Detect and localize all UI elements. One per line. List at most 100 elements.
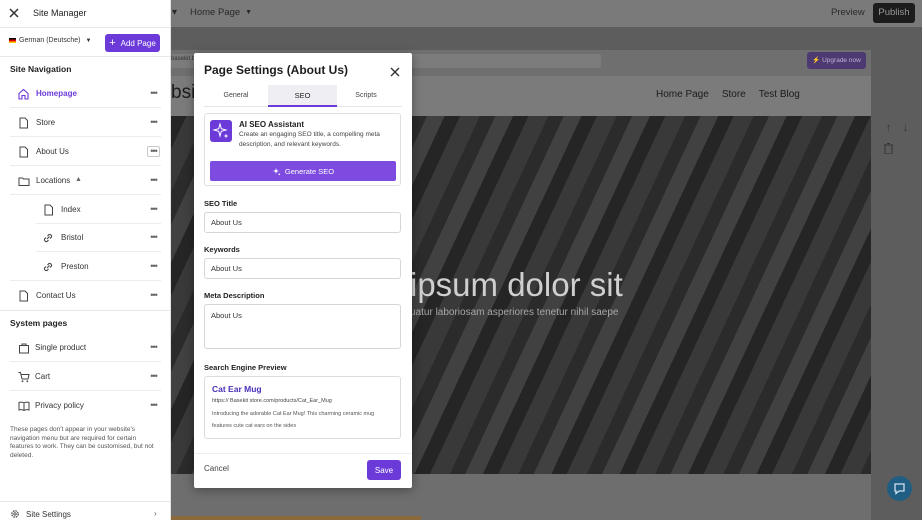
save-button[interactable]: Save — [367, 460, 401, 480]
site-nav-blog[interactable]: Test Blog — [759, 89, 800, 100]
nav-item-index[interactable]: Index ••• — [0, 196, 171, 224]
divider — [10, 280, 161, 281]
nav-item-label: Index — [61, 205, 81, 214]
gear-icon — [11, 510, 19, 518]
divider — [0, 56, 171, 57]
site-nav-home[interactable]: Home Page — [656, 89, 709, 100]
generate-seo-button[interactable]: Generate SEO — [210, 161, 396, 181]
site-nav: Home Page Store Test Blog — [656, 89, 800, 100]
divider — [10, 361, 161, 362]
ai-description: Create an engaging SEO title, a compelli… — [239, 131, 380, 148]
nav-item-label: Contact Us — [36, 291, 76, 300]
divider — [36, 251, 161, 252]
nav-item-label: Store — [36, 118, 56, 127]
move-up-icon[interactable]: ↑ — [882, 122, 895, 135]
ai-seo-assistant-card: AI SEO Assistant Create an engaging SEO … — [204, 113, 401, 186]
link-icon — [43, 262, 53, 272]
divider — [0, 27, 171, 28]
chevron-down-icon: ▼ — [245, 9, 253, 16]
chevron-down-icon: ▼ — [85, 37, 92, 44]
nav-item-about-us[interactable]: About Us ••• — [0, 138, 171, 166]
more-options-icon[interactable]: ••• — [147, 88, 160, 99]
hero-subtitle: uatur laboriosam asperiores tenetur nihi… — [410, 307, 619, 318]
more-options-icon[interactable]: ••• — [147, 232, 160, 243]
dialog-title: Page Settings (About Us) — [204, 63, 349, 77]
more-options-icon[interactable]: ••• — [147, 261, 160, 272]
language-select[interactable]: German (Deutsche) ▼ — [9, 37, 91, 44]
site-manager-sidebar: Site Manager German (Deutsche) ▼ + Add P… — [0, 0, 171, 520]
folder-icon — [18, 177, 30, 186]
page-icon — [19, 146, 28, 158]
language-label: German (Deutsche) — [19, 37, 81, 44]
tab-scripts[interactable]: Scripts — [337, 85, 395, 107]
close-icon[interactable] — [390, 65, 400, 77]
publish-button[interactable]: Publish — [873, 3, 915, 23]
site-settings-button[interactable]: Site Settings › — [0, 506, 171, 520]
site-nav-store[interactable]: Store — [722, 89, 746, 100]
link-icon — [43, 233, 53, 243]
chat-button[interactable] — [887, 476, 912, 501]
divider — [0, 310, 171, 311]
chevron-up-icon[interactable]: ▲ — [75, 176, 82, 183]
preview-title: Cat Ear Mug — [212, 384, 262, 394]
site-navigation-title: Site Navigation — [10, 64, 72, 74]
settings-tabs: General SEO Scripts — [204, 85, 402, 107]
more-options-icon[interactable]: ••• — [147, 204, 160, 215]
meta-description-input[interactable]: About Us — [204, 304, 401, 349]
more-options-icon[interactable]: ••• — [147, 146, 160, 157]
nav-item-contact-us[interactable]: Contact Us ••• — [0, 282, 171, 310]
close-icon[interactable] — [8, 7, 20, 19]
cart-icon — [18, 372, 30, 383]
nav-item-label: Bristol — [61, 233, 84, 242]
site-settings-label: Site Settings — [26, 510, 71, 519]
nav-item-store[interactable]: Store ••• — [0, 109, 171, 137]
nav-item-label: About Us — [36, 147, 69, 156]
system-pages-title: System pages — [10, 318, 68, 328]
move-down-icon[interactable]: ↓ — [899, 122, 912, 135]
nav-item-homepage[interactable]: Homepage ••• — [0, 80, 171, 108]
preview-url: https:// Basekit store.com/products/Cat_… — [212, 398, 332, 404]
add-page-label: Add Page — [120, 38, 156, 48]
keywords-input[interactable] — [204, 258, 401, 279]
more-options-icon[interactable]: ••• — [147, 371, 160, 382]
more-options-icon[interactable]: ••• — [147, 290, 160, 301]
current-page-selector[interactable]: Home Page ▼ — [190, 7, 252, 18]
system-item-privacy-policy[interactable]: Privacy policy ••• — [0, 392, 171, 420]
chat-icon — [894, 483, 905, 495]
divider — [0, 501, 171, 502]
hero-title: ipsum dolor sit — [410, 266, 623, 303]
system-pages-note: These pages don't appear in your website… — [10, 426, 154, 459]
image-strip — [171, 516, 421, 520]
tab-general[interactable]: General — [204, 85, 268, 107]
page-dropdown-chevron-icon[interactable]: ▾ — [172, 7, 177, 18]
tab-seo[interactable]: SEO — [268, 85, 337, 107]
more-options-icon[interactable]: ••• — [147, 175, 160, 186]
more-options-icon[interactable]: ••• — [147, 400, 160, 411]
nav-item-locations[interactable]: Locations ▲ ••• — [0, 167, 171, 195]
divider — [10, 107, 161, 108]
ai-title: AI SEO Assistant — [239, 120, 305, 129]
system-item-label: Privacy policy — [35, 401, 84, 410]
upgrade-button[interactable]: ⚡ Upgrade now — [807, 52, 866, 69]
more-options-icon[interactable]: ••• — [147, 342, 160, 353]
system-item-label: Single product — [35, 343, 87, 352]
nav-item-preston[interactable]: Preston ••• — [0, 253, 171, 281]
search-preview-card: Cat Ear Mug https:// Basekit store.com/p… — [204, 376, 401, 439]
more-options-icon[interactable]: ••• — [147, 117, 160, 128]
seo-title-input[interactable] — [204, 212, 401, 233]
divider — [10, 136, 161, 137]
divider — [194, 453, 412, 454]
trash-icon[interactable] — [882, 143, 895, 156]
generate-seo-label: Generate SEO — [284, 166, 335, 176]
preview-button[interactable]: Preview — [831, 7, 865, 18]
add-page-button[interactable]: + Add Page — [105, 34, 160, 52]
system-item-single-product[interactable]: Single product ••• — [0, 334, 171, 362]
system-item-cart[interactable]: Cart ••• — [0, 363, 171, 391]
upgrade-label: Upgrade now — [822, 57, 861, 64]
cancel-button[interactable]: Cancel — [204, 464, 229, 473]
preview-description: Introducing the adorable Cat Ear Mug! Th… — [212, 411, 375, 429]
system-item-label: Cart — [35, 372, 51, 381]
chevron-right-icon: › — [154, 509, 157, 518]
bolt-icon: ⚡ — [812, 57, 821, 64]
nav-item-bristol[interactable]: Bristol ••• — [0, 224, 171, 252]
